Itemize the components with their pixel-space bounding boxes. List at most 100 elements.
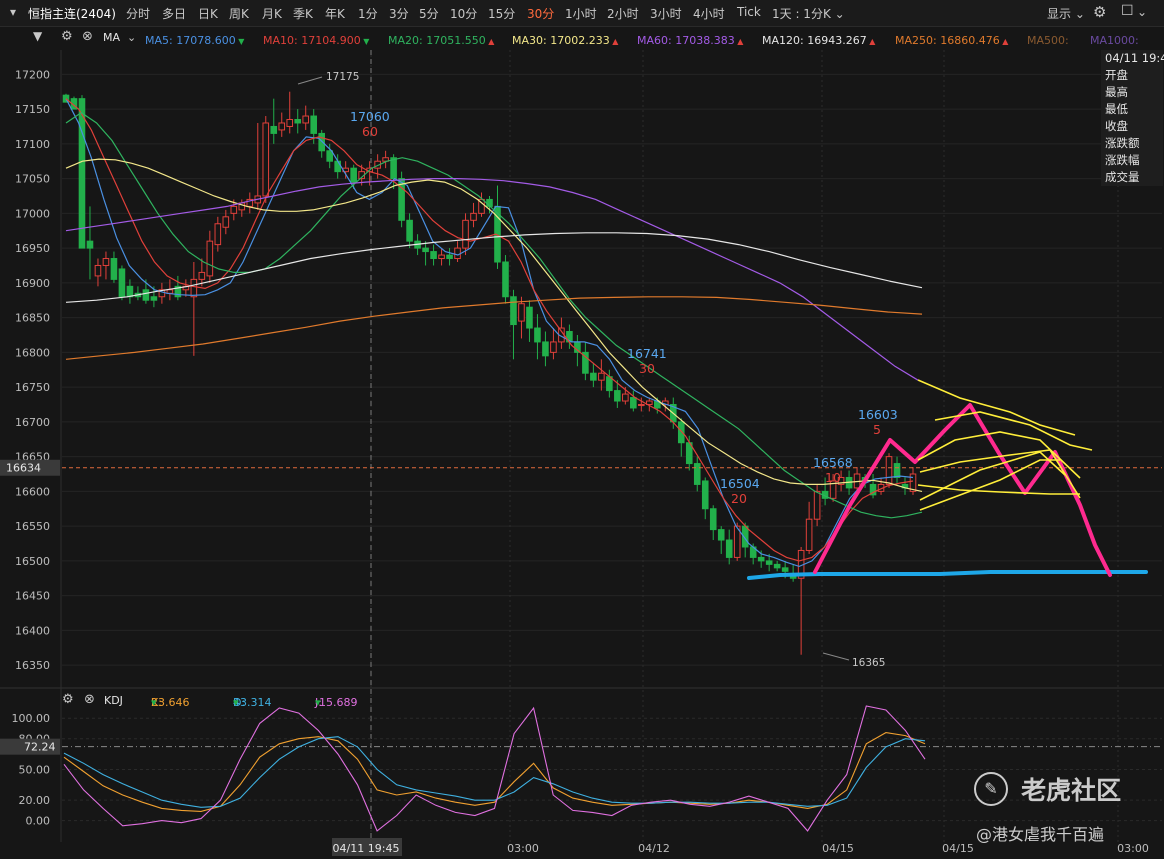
candle-body xyxy=(622,393,629,402)
candle-body xyxy=(630,397,637,409)
candle-body xyxy=(190,278,198,298)
candle-body xyxy=(805,518,813,551)
candle-body xyxy=(614,390,621,402)
gear-icon[interactable]: ⚙ xyxy=(62,692,74,707)
y-tick-label: 17200 xyxy=(15,68,50,81)
candle-body xyxy=(709,508,717,531)
candles xyxy=(62,91,917,655)
arrow-down-icon: ▾ xyxy=(315,696,321,709)
annotation-ma-touch: 20 xyxy=(731,491,747,506)
candle-body xyxy=(893,463,901,478)
candle-body xyxy=(534,327,541,343)
candle-body xyxy=(438,254,445,260)
y-tick-label: 16800 xyxy=(15,346,50,359)
annotation-price: 16741 xyxy=(627,346,667,361)
kdj-indicator-name[interactable]: KDJ xyxy=(104,694,123,707)
info-field-volume: 成交量 xyxy=(1105,170,1140,184)
candle-body xyxy=(781,567,789,572)
tiger-logo-icon: ✎ xyxy=(974,772,1008,806)
candle-body xyxy=(302,115,310,124)
candle-body xyxy=(102,258,110,266)
annotation-high: 17175 xyxy=(326,71,359,83)
candle-body xyxy=(222,216,230,228)
close-icon[interactable]: ⊗ xyxy=(84,692,95,707)
candle-body xyxy=(310,115,318,134)
candle-body xyxy=(542,341,549,357)
candle-body xyxy=(526,306,533,329)
candle-body xyxy=(677,421,685,444)
y-tick-label: 16950 xyxy=(15,242,50,255)
candle-body xyxy=(166,289,174,294)
candle-body xyxy=(230,205,238,214)
annotation-price: 16568 xyxy=(813,455,853,470)
annotation-price: 16504 xyxy=(720,476,760,491)
x-axis-label: 03:00 xyxy=(1117,842,1149,855)
kdj-y-tick-label: 20.00 xyxy=(19,794,51,807)
candle-body xyxy=(638,403,645,406)
y-tick-label: 16450 xyxy=(15,590,50,603)
watermark-brand: 老虎社区 xyxy=(1021,776,1122,805)
support-line-drawing xyxy=(747,570,1148,580)
y-tick-label: 17100 xyxy=(15,138,50,151)
arrow-down-icon: ▾ xyxy=(151,696,157,709)
candle-body xyxy=(725,539,733,558)
candle-body xyxy=(126,285,134,298)
arrow-down-icon: ▾ xyxy=(233,696,239,709)
ma-line-ma250 xyxy=(65,296,923,360)
candle-body xyxy=(430,251,437,260)
candle-body xyxy=(350,167,357,183)
x-axis-label: 03:00 xyxy=(507,842,539,855)
info-time: 04/11 19:45 xyxy=(1105,51,1164,65)
annotation-price: 16603 xyxy=(858,407,898,422)
candle-body xyxy=(206,240,214,277)
y-tick-label: 16850 xyxy=(15,312,50,325)
kdj-marker-tag: 72.24 xyxy=(24,741,56,754)
candle-body xyxy=(701,480,709,510)
y-tick-label: 16900 xyxy=(15,277,50,290)
y-tick-label: 16700 xyxy=(15,416,50,429)
candle-body xyxy=(110,258,118,280)
info-field-high: 最高 xyxy=(1105,85,1128,99)
candle-body xyxy=(590,372,597,381)
candle-body xyxy=(214,223,222,246)
kdj-y-tick-label: 50.00 xyxy=(19,763,51,776)
annotation-ma-touch: 30 xyxy=(639,361,655,376)
annotation-ma-touch: 10 xyxy=(825,470,841,485)
candle-body xyxy=(142,289,150,301)
annotation-ma-touch: 5 xyxy=(873,422,881,437)
watermark-author: @港女虐我千百遍 xyxy=(976,825,1105,844)
info-field-change-pct: 涨跌幅 xyxy=(1105,153,1140,167)
chart-canvas[interactable]: 17200 17150 17100 17050 17000 16950 16900 16850… xyxy=(0,0,1164,859)
candle-body xyxy=(502,261,509,298)
candle-body xyxy=(550,341,557,353)
candle-body xyxy=(262,122,270,197)
y-tick-label: 16350 xyxy=(15,659,50,672)
kdj-line-d xyxy=(63,736,926,808)
y-tick-label: 16550 xyxy=(15,520,50,533)
candle-body xyxy=(470,212,477,221)
annotation-leader xyxy=(822,652,850,661)
info-field-close: 收盘 xyxy=(1105,119,1128,133)
candle-body xyxy=(518,303,525,322)
candle-body xyxy=(94,264,102,277)
annotation-leader xyxy=(297,76,323,85)
candle-body xyxy=(757,556,765,562)
kdj-y-tick-label: 100.00 xyxy=(12,712,51,725)
candle-body xyxy=(422,247,429,253)
candle-body xyxy=(390,157,397,180)
candle-body xyxy=(693,463,701,485)
candle-body xyxy=(765,560,773,565)
annotation-low: 16365 xyxy=(852,657,885,669)
info-field-open: 开盘 xyxy=(1105,68,1128,82)
candle-body xyxy=(286,119,294,127)
y-tick-label: 17150 xyxy=(15,103,50,116)
ma-line-ma5 xyxy=(65,98,914,568)
candle-body xyxy=(598,372,605,381)
info-panel: 04/11 19:45 开盘 最高 最低 收盘 涨跌额 涨跌幅 成交量 xyxy=(1101,50,1164,186)
y-tick-label: 16750 xyxy=(15,381,50,394)
candle-body xyxy=(334,160,341,173)
y-tick-label: 17000 xyxy=(15,207,50,220)
candle-body xyxy=(454,247,461,260)
x-axis-label: 04/11 19:45 xyxy=(333,842,400,855)
candle-body xyxy=(86,240,94,249)
